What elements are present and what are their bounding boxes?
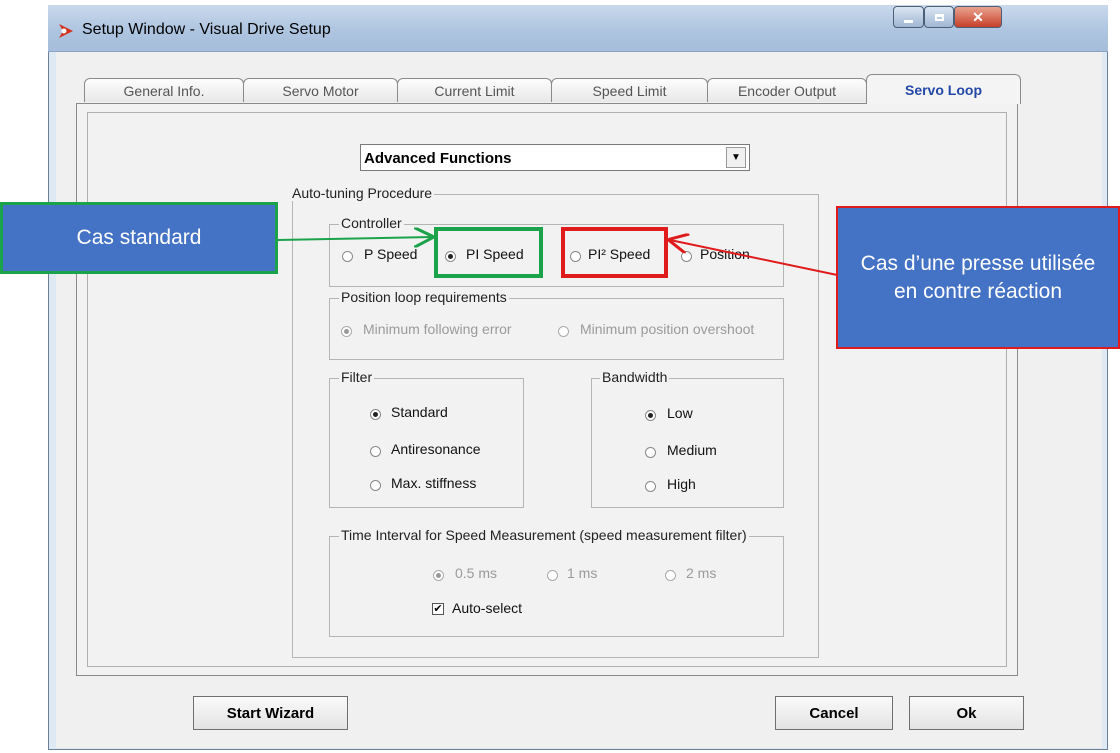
tab-label: General Info.	[123, 82, 205, 99]
radio-antiresonance[interactable]	[370, 446, 381, 457]
p-speed-label: P Speed	[364, 246, 418, 262]
dropdown-arrow-icon[interactable]: ▼	[726, 147, 746, 168]
position-loop-title: Position loop requirements	[339, 289, 509, 305]
press-callout-text: Cas d’une presse utilisée en contre réac…	[860, 251, 1096, 303]
close-icon: ✕	[972, 8, 984, 25]
standard-callout-text: Cas standard	[76, 226, 202, 249]
app-icon	[59, 24, 73, 38]
tab-encoder-output[interactable]: Encoder Output	[707, 78, 867, 102]
radio-high[interactable]	[645, 481, 656, 492]
1ms-label: 1 ms	[567, 565, 598, 581]
auto-select-checkbox[interactable]: ✔	[432, 603, 444, 615]
max-stiffness-label: Max. stiffness	[391, 475, 477, 491]
time-interval-title: Time Interval for Speed Measurement (spe…	[339, 527, 749, 543]
minimize-button[interactable]	[893, 6, 924, 28]
radio-standard[interactable]	[370, 409, 381, 420]
radio-2ms[interactable]	[665, 570, 676, 581]
time-interval-group	[329, 536, 784, 637]
tab-servo-loop[interactable]: Servo Loop	[866, 74, 1021, 104]
autotuning-title: Auto-tuning Procedure	[290, 185, 435, 201]
tab-servo-motor[interactable]: Servo Motor	[243, 78, 398, 102]
radio-p-speed[interactable]	[342, 251, 353, 262]
standard-callout: Cas standard	[0, 202, 278, 274]
controller-title: Controller	[339, 215, 404, 231]
tab-general-info[interactable]: General Info.	[84, 78, 244, 102]
tab-speed-limit[interactable]: Speed Limit	[551, 78, 708, 102]
auto-select-label: Auto-select	[452, 600, 523, 616]
radio-min-following-error[interactable]	[341, 326, 352, 337]
maximize-button[interactable]	[924, 6, 954, 28]
radio-low[interactable]	[645, 410, 656, 421]
standard-highlight-box	[434, 227, 543, 278]
press-callout: Cas d’une presse utilisée en contre réac…	[836, 206, 1120, 349]
tab-label: Current Limit	[434, 82, 515, 99]
tab-current-limit[interactable]: Current Limit	[397, 78, 552, 102]
tab-label: Encoder Output	[737, 82, 837, 99]
position-label: Position	[700, 246, 750, 262]
tab-label: Servo Motor	[282, 82, 359, 99]
antiresonance-label: Antiresonance	[391, 441, 481, 457]
minimize-icon	[904, 19, 913, 23]
min-position-overshoot-label: Minimum position overshoot	[580, 321, 755, 337]
radio-min-position-overshoot[interactable]	[558, 326, 569, 337]
ok-button[interactable]: Ok	[909, 696, 1024, 730]
close-button[interactable]: ✕	[954, 6, 1002, 28]
checkmark-icon: ✔	[433, 602, 443, 615]
tab-label: Servo Loop	[904, 81, 982, 98]
radio-1ms[interactable]	[547, 570, 558, 581]
2ms-label: 2 ms	[686, 565, 717, 581]
0-5ms-label: 0.5 ms	[455, 565, 498, 581]
function-select-value: Advanced Functions	[364, 150, 512, 167]
window-title: Setup Window - Visual Drive Setup	[82, 21, 331, 38]
low-label: Low	[667, 405, 693, 421]
high-label: High	[667, 476, 696, 492]
cancel-button[interactable]: Cancel	[775, 696, 893, 730]
radio-max-stiffness[interactable]	[370, 480, 381, 491]
start-wizard-button[interactable]: Start Wizard	[193, 696, 348, 730]
min-following-error-label: Minimum following error	[363, 321, 512, 337]
radio-position[interactable]	[681, 251, 692, 262]
filter-title: Filter	[339, 369, 375, 385]
standard-label: Standard	[391, 404, 448, 420]
medium-label: Medium	[667, 442, 717, 458]
radio-0-5ms[interactable]	[433, 570, 444, 581]
press-highlight-box	[561, 227, 668, 278]
radio-medium[interactable]	[645, 447, 656, 458]
maximize-icon	[934, 13, 944, 21]
bandwidth-title: Bandwidth	[600, 369, 670, 385]
tab-label: Speed Limit	[592, 82, 667, 99]
